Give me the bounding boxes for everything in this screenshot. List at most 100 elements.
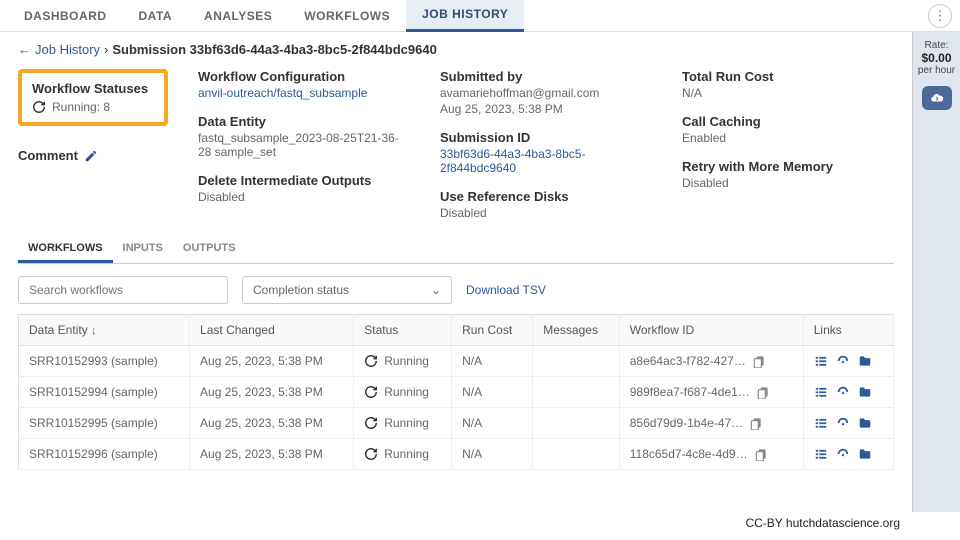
refresh-icon: [364, 447, 378, 461]
cell-changed: Aug 25, 2023, 5:38 PM: [190, 408, 354, 439]
copy-icon[interactable]: [756, 385, 770, 399]
dashboard-icon[interactable]: [836, 385, 850, 399]
dashboard-icon[interactable]: [836, 447, 850, 461]
list-icon[interactable]: [814, 354, 828, 368]
chevron-down-icon: ⌄: [431, 283, 441, 297]
cell-wfid: a8e64ac3-f782-427…: [619, 346, 803, 377]
completion-status-select[interactable]: Completion status ⌄: [242, 276, 452, 304]
retry-label: Retry with More Memory: [682, 159, 894, 174]
tab-data[interactable]: DATA: [123, 1, 189, 31]
breadcrumb-separator: ›: [104, 42, 108, 57]
col-messages[interactable]: Messages: [533, 315, 619, 346]
copy-icon[interactable]: [752, 354, 766, 368]
folder-icon[interactable]: [858, 385, 872, 399]
cell-entity: SRR10152995 (sample): [19, 408, 190, 439]
submitted-by-email: avamariehoffman@gmail.com: [440, 86, 652, 100]
subtab-workflows[interactable]: WORKFLOWS: [18, 236, 113, 263]
table-row: SRR10152995 (sample)Aug 25, 2023, 5:38 P…: [19, 408, 894, 439]
subtab-outputs[interactable]: OUTPUTS: [173, 236, 246, 263]
workflows-table: Data Entity ↓ Last Changed Status Run Co…: [18, 314, 894, 470]
table-row: SRR10152996 (sample)Aug 25, 2023, 5:38 P…: [19, 439, 894, 470]
more-menu-icon[interactable]: ⋮: [928, 4, 952, 28]
tab-workflows[interactable]: WORKFLOWS: [288, 1, 406, 31]
edit-icon[interactable]: [84, 149, 98, 163]
copy-icon[interactable]: [754, 447, 768, 461]
delete-value: Disabled: [198, 190, 410, 204]
entity-value: fastq_subsample_2023-08-25T21-36-28 samp…: [198, 131, 410, 159]
col-cost[interactable]: Run Cost: [452, 315, 533, 346]
submission-id-label: Submission ID: [440, 130, 652, 145]
comment-label: Comment: [18, 148, 78, 163]
list-icon[interactable]: [814, 447, 828, 461]
col-links[interactable]: Links: [803, 315, 893, 346]
folder-icon[interactable]: [858, 416, 872, 430]
cell-wfid: 856d79d9-1b4e-47…: [619, 408, 803, 439]
cell-entity: SRR10152993 (sample): [19, 346, 190, 377]
rate-per: per hour: [918, 65, 955, 76]
rate-sidebar: Rate: $0.00 per hour: [912, 32, 960, 512]
cell-links: [803, 408, 893, 439]
table-row: SRR10152993 (sample)Aug 25, 2023, 5:38 P…: [19, 346, 894, 377]
list-icon[interactable]: [814, 385, 828, 399]
search-input[interactable]: [18, 276, 228, 304]
cell-messages: [533, 377, 619, 408]
back-arrow-icon[interactable]: ←: [18, 42, 31, 57]
table-row: SRR10152994 (sample)Aug 25, 2023, 5:38 P…: [19, 377, 894, 408]
cell-messages: [533, 439, 619, 470]
breadcrumb-current: Submission 33bf63d6-44a3-4ba3-8bc5-2f844…: [112, 42, 436, 57]
breadcrumb: ← Job History › Submission 33bf63d6-44a3…: [18, 42, 894, 57]
cell-cost: N/A: [452, 346, 533, 377]
copy-icon[interactable]: [749, 416, 763, 430]
cell-entity: SRR10152996 (sample): [19, 439, 190, 470]
folder-icon[interactable]: [858, 447, 872, 461]
cell-cost: N/A: [452, 408, 533, 439]
col-wfid[interactable]: Workflow ID: [619, 315, 803, 346]
ref-disks-label: Use Reference Disks: [440, 189, 652, 204]
workflow-statuses-title: Workflow Statuses: [32, 81, 154, 96]
cell-status: Running: [354, 346, 452, 377]
sort-down-icon: ↓: [91, 325, 97, 337]
entity-label: Data Entity: [198, 114, 410, 129]
caching-value: Enabled: [682, 131, 894, 145]
submission-id-value[interactable]: 33bf63d6-44a3-4ba3-8bc5-2f844bdc9640: [440, 147, 652, 175]
cell-status: Running: [354, 439, 452, 470]
tab-dashboard[interactable]: DASHBOARD: [8, 1, 123, 31]
top-tabs: DASHBOARD DATA ANALYSES WORKFLOWS JOB HI…: [0, 0, 960, 32]
rate-value: $0.00: [921, 51, 951, 65]
rate-label: Rate:: [925, 40, 949, 51]
cell-wfid: 989f8ea7-f687-4de1…: [619, 377, 803, 408]
cloud-icon[interactable]: [922, 86, 952, 110]
cell-links: [803, 377, 893, 408]
col-status[interactable]: Status: [354, 315, 452, 346]
completion-status-label: Completion status: [253, 283, 349, 297]
col-changed[interactable]: Last Changed: [190, 315, 354, 346]
download-tsv-link[interactable]: Download TSV: [466, 283, 546, 297]
workflow-statuses-box: Workflow Statuses Running: 8: [18, 69, 168, 126]
delete-label: Delete Intermediate Outputs: [198, 173, 410, 188]
cell-links: [803, 346, 893, 377]
dashboard-icon[interactable]: [836, 416, 850, 430]
cell-cost: N/A: [452, 377, 533, 408]
submitted-by-date: Aug 25, 2023, 5:38 PM: [440, 102, 652, 116]
footer-credit: CC-BY hutchdatascience.org: [745, 516, 900, 530]
refresh-icon: [32, 100, 46, 114]
dashboard-icon[interactable]: [836, 354, 850, 368]
breadcrumb-job-history[interactable]: Job History: [35, 42, 100, 57]
list-icon[interactable]: [814, 416, 828, 430]
cell-cost: N/A: [452, 439, 533, 470]
tab-job-history[interactable]: JOB HISTORY: [406, 0, 524, 32]
refresh-icon: [364, 416, 378, 430]
refresh-icon: [364, 354, 378, 368]
config-value[interactable]: anvil-outreach/fastq_subsample: [198, 86, 410, 100]
folder-icon[interactable]: [858, 354, 872, 368]
retry-value: Disabled: [682, 176, 894, 190]
cell-changed: Aug 25, 2023, 5:38 PM: [190, 439, 354, 470]
refresh-icon: [364, 385, 378, 399]
col-entity[interactable]: Data Entity ↓: [19, 315, 190, 346]
subtab-inputs[interactable]: INPUTS: [113, 236, 173, 263]
cell-status: Running: [354, 377, 452, 408]
submitted-by-label: Submitted by: [440, 69, 652, 84]
tab-analyses[interactable]: ANALYSES: [188, 1, 288, 31]
cell-entity: SRR10152994 (sample): [19, 377, 190, 408]
cell-status: Running: [354, 408, 452, 439]
